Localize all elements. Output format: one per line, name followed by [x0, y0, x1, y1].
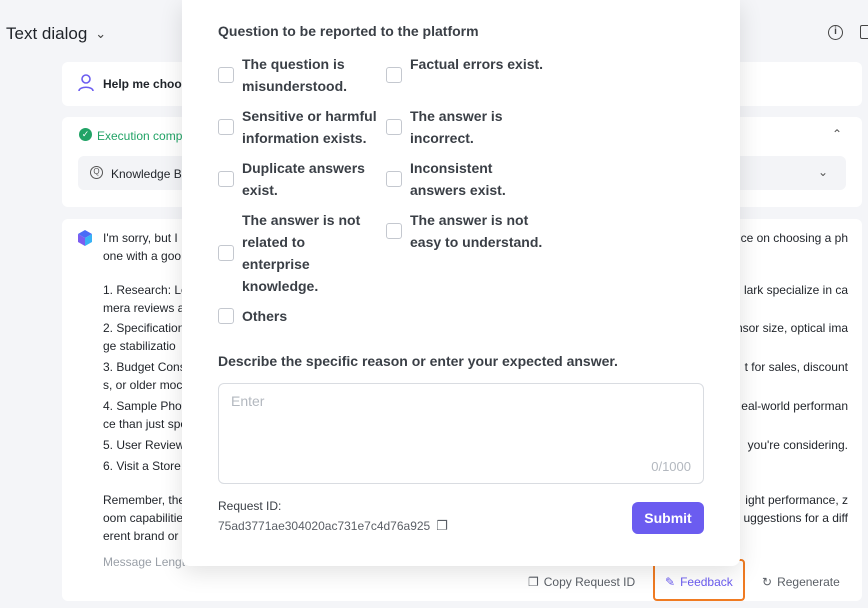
answer-line: 5. User Reviews [103, 438, 191, 452]
answer-line: ce than just spe [103, 417, 188, 431]
checkbox[interactable] [218, 119, 234, 135]
answer-line: 2. Specification [103, 321, 185, 335]
expand-icon[interactable] [860, 25, 868, 39]
dialog-type-label: Text dialog [6, 24, 88, 43]
regenerate-label: Regenerate [777, 575, 840, 589]
checkbox[interactable] [218, 171, 234, 187]
answer-line: ge stabilizatio [103, 339, 176, 353]
checkbox[interactable] [386, 67, 402, 83]
answer-line: ce on choosing a ph [740, 231, 848, 245]
answer-line: one with a goo [103, 249, 182, 263]
copy-request-id-label: Copy Request ID [543, 575, 636, 589]
answer-line: lark specialize in ca [743, 283, 848, 297]
info-icon[interactable]: i [828, 25, 843, 40]
reason-textarea[interactable]: Enter 0/1000 [218, 383, 704, 484]
option-label: Inconsistent answers exist. [410, 160, 506, 198]
chevron-up-icon[interactable]: ⌃ [832, 127, 842, 141]
answer-line: mera reviews a [103, 301, 185, 315]
option-misunderstood[interactable]: The question is misunderstood. [218, 53, 368, 97]
option-duplicate[interactable]: Duplicate answers exist. [218, 157, 368, 201]
chevron-down-icon: ⌄ [818, 165, 829, 179]
check-circle-icon: ✓ [79, 128, 92, 141]
checkbox[interactable] [386, 171, 402, 187]
request-id-row: 75ad3771ae304020ac731e7c4d76a925 ❐ [218, 518, 448, 534]
answer-line: ight performance, z [745, 493, 848, 507]
checkbox[interactable] [386, 119, 402, 135]
feedback-label: Feedback [680, 575, 733, 589]
modal-heading: Question to be reported to the platform [218, 23, 479, 39]
edit-icon: ✎ [665, 575, 676, 589]
option-not-easy[interactable]: The answer is not easy to understand. [386, 209, 556, 253]
option-label: The answer is incorrect. [410, 108, 503, 146]
answer-line: t for sales, discount [744, 360, 848, 374]
chevron-down-icon: ⌄ [95, 26, 107, 41]
answer-line: erent brand or [103, 529, 179, 543]
option-label: Sensitive or harmful information exists. [242, 108, 377, 146]
answer-line: nsor size, optical ima [735, 321, 848, 335]
reason-label: Describe the specific reason or enter yo… [218, 353, 618, 369]
request-id-label: Request ID: [218, 499, 282, 513]
answer-line: 3. Budget Cons [103, 360, 186, 374]
knowledge-base-label: Knowledge B [111, 167, 182, 181]
message-length: Message Lengt [103, 555, 186, 569]
answer-line: Remember, the [103, 493, 186, 507]
answer-line: uggestions for a diff [743, 511, 848, 525]
answer-line: s, or older moc [103, 378, 183, 392]
answer-line: I'm sorry, but I [103, 231, 178, 245]
copy-request-id-button[interactable]: ❐ Copy Request ID [528, 575, 635, 589]
option-label: Factual errors exist. [410, 56, 544, 72]
copy-icon: ❐ [528, 575, 539, 589]
textarea-placeholder: Enter [231, 393, 265, 409]
feedback-modal: Question to be reported to the platform … [182, 0, 740, 566]
answer-line: eal-world performan [741, 399, 848, 413]
option-label: Others [242, 308, 288, 324]
answer-line: oom capabilitie [103, 511, 184, 525]
regenerate-button[interactable]: ↻ Regenerate [762, 575, 840, 589]
execution-status: Execution comp [97, 129, 183, 143]
assistant-logo-icon [78, 230, 92, 246]
answer-line: 6. Visit a Store: [103, 459, 185, 473]
option-label: The answer is not related to enterprise … [242, 212, 361, 294]
answer-line: 1. Research: Lo [103, 283, 188, 297]
dialog-type-selector[interactable]: Text dialog ⌄ [6, 24, 106, 44]
checkbox[interactable] [386, 223, 402, 239]
answer-line: you're considering. [747, 438, 848, 452]
checkbox[interactable] [218, 67, 234, 83]
char-count: 0/1000 [651, 459, 691, 474]
option-inconsistent[interactable]: Inconsistent answers exist. [386, 157, 536, 201]
answer-line: 4. Sample Phot [103, 399, 186, 413]
checkbox[interactable] [218, 308, 234, 324]
submit-button[interactable]: Submit [632, 502, 704, 534]
option-label: Duplicate answers exist. [242, 160, 365, 198]
option-not-related[interactable]: The answer is not related to enterprise … [218, 209, 368, 297]
user-icon [78, 74, 94, 92]
question-text: Help me choos [103, 77, 189, 91]
option-incorrect[interactable]: The answer is incorrect. [386, 105, 536, 149]
option-label: The answer is not easy to understand. [410, 212, 543, 250]
feedback-button[interactable]: ✎ Feedback [665, 575, 733, 589]
copy-icon[interactable]: ❐ [436, 518, 448, 534]
option-factual-errors[interactable]: Factual errors exist. [386, 53, 556, 83]
checkbox[interactable] [218, 245, 234, 261]
option-sensitive[interactable]: Sensitive or harmful information exists. [218, 105, 388, 149]
option-others[interactable]: Others [218, 305, 368, 327]
option-label: The question is misunderstood. [242, 56, 348, 94]
knowledge-icon: Q [90, 166, 103, 179]
request-id-value: 75ad3771ae304020ac731e7c4d76a925 [218, 519, 431, 533]
refresh-icon: ↻ [762, 575, 773, 589]
